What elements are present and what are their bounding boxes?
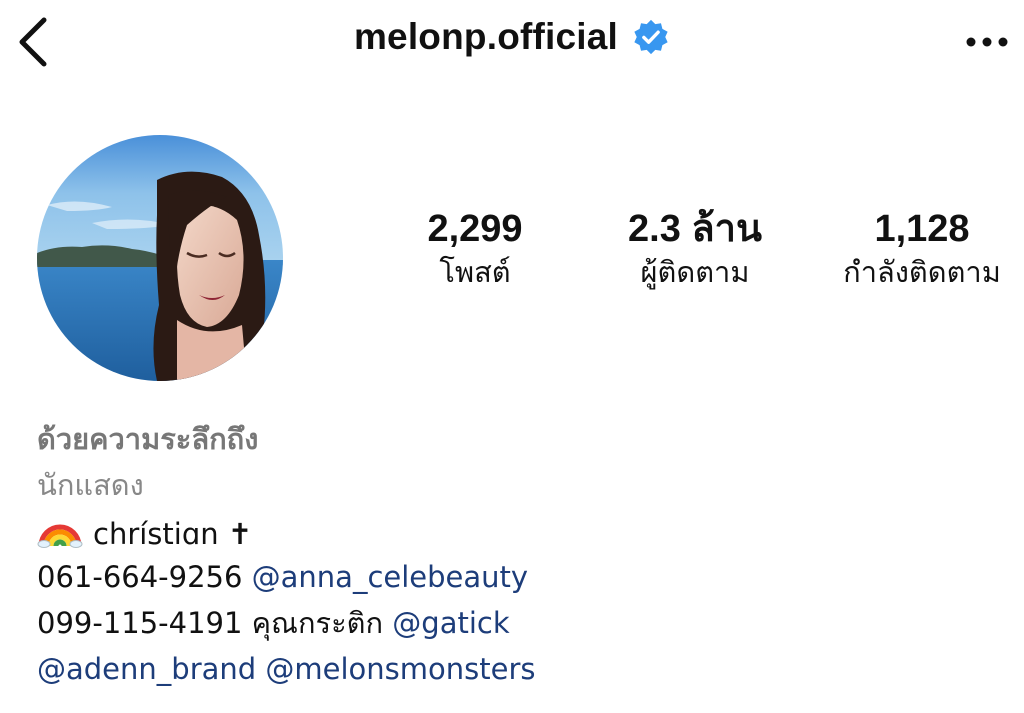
rainbow-icon: [37, 508, 83, 548]
profile-stats: 2,299 โพสต์ 2.3 ล้าน ผู้ติดตาม 1,128 กำล…: [380, 206, 1024, 306]
posts-count: 2,299: [427, 208, 523, 250]
title-area: melonp.official: [0, 16, 1024, 58]
mention-anna-celebeauty[interactable]: @anna_celebeauty: [252, 560, 528, 594]
more-options-button[interactable]: [962, 22, 1012, 62]
following-count: 1,128: [874, 208, 970, 250]
followers-stat[interactable]: 2.3 ล้าน ผู้ติดตาม: [610, 206, 780, 292]
bio-category: นักแสดง: [37, 468, 144, 502]
followers-label: ผู้ติดตาม: [640, 255, 750, 289]
following-stat[interactable]: 1,128 กำลังติดตาม: [820, 206, 1024, 292]
bio-line-2: 061-664-9256 @anna_celebeauty: [37, 554, 997, 600]
profile-avatar[interactable]: [37, 135, 283, 381]
profile-bio: ด้วยความระลึกถึง นักแสดง chrístiɑn ✝ 061…: [37, 416, 997, 692]
bio-display-name: ด้วยความระลึกถึง: [37, 422, 259, 456]
bio-phone-2[interactable]: 099-115-4191: [37, 606, 242, 640]
following-label: กำลังติดตาม: [843, 255, 1001, 289]
posts-stat[interactable]: 2,299 โพสต์: [410, 206, 540, 292]
posts-label: โพสต์: [439, 255, 511, 289]
mention-gatick[interactable]: @gatick: [392, 606, 509, 640]
profile-username: melonp.official: [353, 16, 619, 57]
bio-line-1: chrístiɑn ✝: [37, 508, 997, 554]
more-horizontal-icon: [966, 37, 1008, 47]
verified-badge-icon: [632, 18, 670, 56]
mention-adenn-brand[interactable]: @adenn_brand: [37, 652, 256, 686]
bio-religion-text: chrístiɑn ✝: [93, 517, 253, 551]
followers-count: 2.3 ล้าน: [628, 208, 762, 250]
bio-line-4: @adenn_brand @melonsmonsters: [37, 646, 997, 692]
bio-phone-1[interactable]: 061-664-9256: [37, 560, 242, 594]
bio-line-3: 099-115-4191 คุณกระติก @gatick: [37, 600, 997, 646]
bio-contact-name: คุณกระติก: [251, 606, 384, 640]
profile-header: melonp.official: [0, 0, 1024, 84]
mention-melonsmonsters[interactable]: @melonsmonsters: [265, 652, 535, 686]
